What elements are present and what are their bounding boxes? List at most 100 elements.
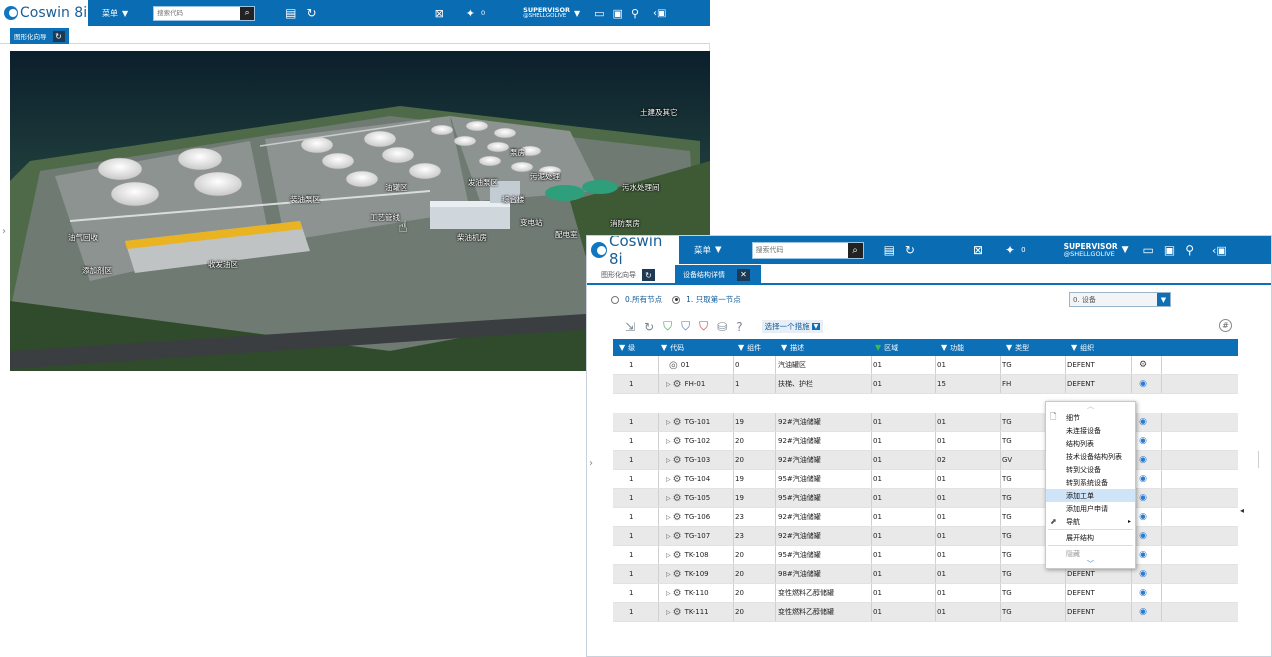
logo[interactable]: Coswin 8i bbox=[0, 0, 88, 26]
menu-item-goto-parent[interactable]: 转到父设备 bbox=[1046, 463, 1135, 476]
panel-handle-icon[interactable]: ◂ bbox=[1240, 506, 1244, 515]
scene-label[interactable]: 配电室 bbox=[555, 229, 578, 240]
excel-icon[interactable]: ⊠ bbox=[435, 7, 444, 20]
scene-label[interactable]: 柴油机房 bbox=[457, 232, 487, 243]
refresh-icon[interactable]: ↻ bbox=[905, 243, 915, 257]
table-row[interactable]: 1 ◎ 01 0 汽油罐区 01 01 TG DEFENT ⚙ bbox=[613, 356, 1238, 375]
table-row[interactable]: 1 ▷ ⚙ FH-01 1 扶梯、护栏 01 15 FH DEFENT ◉ bbox=[613, 375, 1238, 394]
column-header-description[interactable]: ▼ 描述 bbox=[781, 339, 871, 356]
filter-edit-icon[interactable]: ⛉ bbox=[681, 319, 690, 334]
column-header-org[interactable]: ▼ 组织 bbox=[1071, 339, 1131, 356]
row-action-cell[interactable]: ◉ bbox=[1133, 584, 1153, 602]
user-location-icon[interactable]: ⚲ bbox=[631, 7, 639, 20]
scene-label[interactable]: 消防泵房 bbox=[610, 218, 640, 229]
search-input[interactable] bbox=[752, 246, 848, 254]
table-row[interactable]: 1 ▷ ⚙ TG-105 19 95#汽油储罐 01 01 TG ◉ bbox=[613, 489, 1238, 508]
column-header-component[interactable]: ▼ 组件 bbox=[738, 339, 778, 356]
table-row[interactable]: 1 ▷ ⚙ TG-104 19 95#汽油储罐 01 01 TG ◉ bbox=[613, 470, 1238, 489]
expand-node-icon[interactable]: ▷ bbox=[666, 381, 671, 388]
user-menu[interactable]: SUPERVISOR @SHELLGOLIVE bbox=[523, 6, 570, 20]
table-row[interactable]: 1 ▷ ⚙ TG-106 23 92#汽油储罐 01 01 TG ◉ bbox=[613, 508, 1238, 527]
menu-item-details[interactable]: 🗋 细节 bbox=[1046, 411, 1135, 424]
table-row[interactable]: 1 ▷ ⚙ TG-103 20 92#汽油储罐 01 02 GV ◉ bbox=[613, 451, 1238, 470]
search-icon[interactable]: ⌕ bbox=[847, 242, 863, 258]
print-icon[interactable]: ▤ bbox=[884, 243, 895, 257]
search-icon[interactable]: ⌕ bbox=[240, 6, 255, 20]
menu-item-goto-system[interactable]: 转到系统设备 bbox=[1046, 476, 1135, 489]
table-row[interactable]: 1 ▷ ⚙ TG-107 23 92#汽油储罐 01 01 TG ◉ bbox=[613, 527, 1238, 546]
scene-label[interactable]: 发油泵区 bbox=[468, 177, 498, 188]
row-action-cell[interactable]: ◉ bbox=[1133, 413, 1153, 431]
scene-label[interactable]: 泵房 bbox=[510, 147, 525, 158]
expand-node-icon[interactable]: ▷ bbox=[666, 514, 671, 521]
notification-icon[interactable]: ✦ bbox=[1005, 243, 1015, 257]
table-row[interactable]: 1 ▷ ⚙ TG-101 19 92#汽油储罐 01 01 TG ◉ bbox=[613, 413, 1238, 432]
row-action-cell[interactable]: ◉ bbox=[1133, 375, 1153, 393]
expand-node-icon[interactable]: ▷ bbox=[666, 438, 671, 445]
window-icon[interactable]: ▣ bbox=[1164, 243, 1175, 257]
expand-node-icon[interactable]: ▷ bbox=[666, 495, 671, 502]
expand-node-icon[interactable]: ▷ bbox=[666, 533, 671, 540]
table-row[interactable]: 1 ▷ ⚙ TG-102 20 92#汽油储罐 01 01 TG ◉ bbox=[613, 432, 1238, 451]
notification-icon[interactable]: ✦ bbox=[466, 7, 475, 20]
table-row[interactable]: 1 ▷ ⚙ TK-108 20 95#汽油储罐 01 01 TG ◉ bbox=[613, 546, 1238, 565]
scene-label[interactable]: 变电站 bbox=[520, 217, 543, 228]
user-caret-icon[interactable]: ▼ bbox=[1122, 245, 1129, 255]
expand-node-icon[interactable]: ▷ bbox=[666, 457, 671, 464]
collapse-icon[interactable]: ‹▣ bbox=[1212, 244, 1227, 257]
expand-node-icon[interactable]: ▷ bbox=[666, 609, 671, 616]
expand-node-icon[interactable]: ▷ bbox=[666, 571, 671, 578]
row-action-cell[interactable]: ◉ bbox=[1133, 565, 1153, 583]
user-caret-icon[interactable]: ▼ bbox=[574, 9, 580, 18]
expand-node-icon[interactable]: ▷ bbox=[666, 419, 671, 426]
expand-node-icon[interactable]: ▷ bbox=[666, 590, 671, 597]
row-action-cell[interactable]: ◉ bbox=[1133, 470, 1153, 488]
collapse-icon[interactable]: ‹▣ bbox=[653, 8, 666, 19]
menu-item-expand-structure[interactable]: 展开结构 bbox=[1046, 531, 1135, 544]
folder-icon[interactable]: ▭ bbox=[594, 7, 604, 20]
menu-button[interactable]: 菜单 ▼ bbox=[694, 244, 722, 256]
menu-button[interactable]: 菜单 ▼ bbox=[102, 8, 128, 19]
logo[interactable]: Coswin 8i bbox=[587, 236, 679, 268]
column-header-function[interactable]: ▼ 功能 bbox=[941, 339, 1001, 356]
reload-icon[interactable]: ↻ bbox=[52, 30, 65, 42]
user-menu[interactable]: SUPERVISOR @SHELLGOLIVE bbox=[1064, 242, 1118, 258]
menu-item-add-user-request[interactable]: 添加用户申请 bbox=[1046, 502, 1135, 515]
scroll-up-icon[interactable]: ︿ bbox=[1046, 402, 1135, 411]
table-row[interactable]: 1 ▷ ⚙ TK-109 20 98#汽油储罐 01 01 TG DEFENT ◉ bbox=[613, 565, 1238, 584]
window-icon[interactable]: ▣ bbox=[613, 7, 623, 20]
excel-icon[interactable]: ⊠ bbox=[973, 243, 983, 257]
close-icon[interactable]: ✕ bbox=[737, 268, 750, 281]
row-action-cell[interactable]: ◉ bbox=[1133, 451, 1153, 469]
row-action-cell[interactable]: ◉ bbox=[1133, 489, 1153, 507]
column-header-type[interactable]: ▼ 类型 bbox=[1006, 339, 1066, 356]
scroll-down-icon[interactable]: ﹀ bbox=[1046, 560, 1135, 569]
sidebar-expand-icon[interactable]: › bbox=[589, 458, 593, 469]
print-icon[interactable]: ▤ bbox=[285, 6, 296, 20]
row-action-cell[interactable]: ◉ bbox=[1133, 432, 1153, 450]
column-settings-icon[interactable]: # bbox=[1219, 319, 1232, 332]
table-row[interactable]: 1 ▷ ⚙ TK-111 20 变性燃料乙醇储罐 01 01 TG DEFENT ◉ bbox=[613, 603, 1238, 622]
scene-label[interactable]: 装油泵区 bbox=[290, 194, 320, 205]
column-header-code[interactable]: ▼ 代码 bbox=[661, 339, 731, 356]
folder-icon[interactable]: ▭ bbox=[1143, 243, 1154, 257]
help-icon[interactable]: ? bbox=[736, 320, 742, 334]
row-action-cell[interactable]: ◉ bbox=[1133, 546, 1153, 564]
column-header-area[interactable]: ▼ 区域 bbox=[875, 339, 935, 356]
scene-label[interactable]: 土建及其它 bbox=[640, 107, 678, 118]
menu-item-structure-list[interactable]: 结构列表 bbox=[1046, 437, 1135, 450]
menu-item-add-work-order[interactable]: 添加工单 bbox=[1046, 489, 1135, 502]
database-icon[interactable]: ⛁ bbox=[717, 320, 727, 334]
chevron-down-icon[interactable]: ▼ bbox=[1157, 293, 1170, 306]
user-location-icon[interactable]: ⚲ bbox=[1185, 243, 1194, 257]
tab-graphical-wizard[interactable]: 图形化向导 ↻ bbox=[10, 28, 69, 44]
scene-label[interactable]: 添加剂区 bbox=[82, 265, 112, 276]
tab-equipment-structure[interactable]: 设备结构详情 ✕ bbox=[675, 265, 761, 284]
menu-item-unlinked-equipment[interactable]: 未连接设备 bbox=[1046, 424, 1135, 437]
row-action-cell[interactable]: ◉ bbox=[1133, 508, 1153, 526]
scene-label[interactable]: 污水处理间 bbox=[622, 182, 660, 193]
scene-label[interactable]: 工艺管线 bbox=[370, 212, 400, 223]
radio-first-node[interactable] bbox=[672, 295, 681, 304]
tab-graphical-wizard[interactable]: 图形化向导 ↻ bbox=[601, 267, 655, 283]
table-row[interactable]: 1 ▷ ⚙ TK-110 20 变性燃料乙醇储罐 01 01 TG DEFENT ◉ bbox=[613, 584, 1238, 603]
